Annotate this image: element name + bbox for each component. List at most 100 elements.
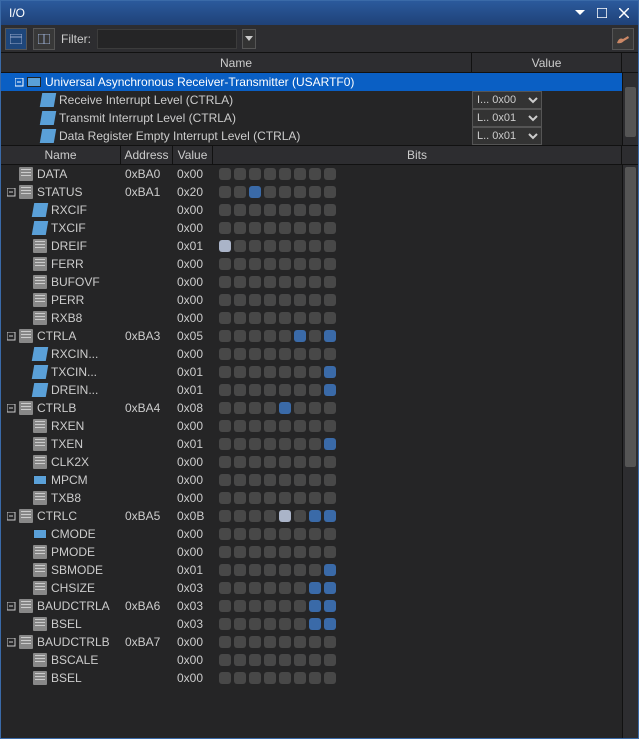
bit-cell[interactable] [279,294,291,306]
bit-cell[interactable] [249,510,261,522]
bit-cell[interactable] [324,384,336,396]
bit-cell[interactable] [294,618,306,630]
bit-cell[interactable] [264,636,276,648]
bit-cell[interactable] [309,618,321,630]
bit-cell[interactable] [294,528,306,540]
bit-cell[interactable] [279,222,291,234]
bit-cell[interactable] [324,510,336,522]
bit-cell[interactable] [249,600,261,612]
bit-cell[interactable] [264,168,276,180]
expander-icon[interactable] [5,636,17,648]
bit-cell[interactable] [279,474,291,486]
bit-cell[interactable] [264,312,276,324]
bit-cell[interactable] [234,546,246,558]
bit-cell[interactable] [309,600,321,612]
bit-cell[interactable] [249,330,261,342]
titlebar[interactable]: I/O [1,1,638,25]
bit-cell[interactable] [234,204,246,216]
bit-cell[interactable] [294,456,306,468]
bit-cell[interactable] [279,240,291,252]
register-row[interactable]: BUFOVF 0x00 [1,273,622,291]
bit-cell[interactable] [279,636,291,648]
bit-cell[interactable] [219,294,231,306]
bit-cell[interactable] [294,438,306,450]
bit-cell[interactable] [279,330,291,342]
bit-cell[interactable] [234,240,246,252]
bit-cell[interactable] [219,276,231,288]
bit-cell[interactable] [264,222,276,234]
bit-cell[interactable] [279,348,291,360]
bit-cell[interactable] [324,348,336,360]
bit-cell[interactable] [294,348,306,360]
bit-cell[interactable] [234,348,246,360]
bit-cell[interactable] [309,330,321,342]
tool-icon[interactable] [612,28,634,50]
bit-cell[interactable] [279,384,291,396]
bit-cell[interactable] [219,564,231,576]
bit-cell[interactable] [309,564,321,576]
bit-cell[interactable] [294,384,306,396]
bit-cell[interactable] [264,348,276,360]
bit-cell[interactable] [324,492,336,504]
bit-cell[interactable] [249,402,261,414]
value-select[interactable]: L.. 0x01 [472,109,542,127]
bit-cell[interactable] [309,294,321,306]
register-row[interactable]: FERR 0x00 [1,255,622,273]
bit-cell[interactable] [249,636,261,648]
bit-cell[interactable] [264,528,276,540]
bit-cell[interactable] [234,636,246,648]
bit-cell[interactable] [219,204,231,216]
bit-cell[interactable] [309,276,321,288]
bit-cell[interactable] [264,204,276,216]
bit-cell[interactable] [279,510,291,522]
bit-cell[interactable] [279,366,291,378]
bit-cell[interactable] [264,402,276,414]
bit-cell[interactable] [294,672,306,684]
bit-cell[interactable] [249,672,261,684]
bit-cell[interactable] [249,654,261,666]
bit-cell[interactable] [294,546,306,558]
bit-cell[interactable] [249,258,261,270]
bit-cell[interactable] [324,186,336,198]
bit-cell[interactable] [309,258,321,270]
bit-cell[interactable] [264,186,276,198]
bit-cell[interactable] [264,672,276,684]
bit-cell[interactable] [294,492,306,504]
bit-cell[interactable] [279,438,291,450]
bit-cell[interactable] [324,528,336,540]
bit-cell[interactable] [279,654,291,666]
bit-cell[interactable] [324,240,336,252]
bit-cell[interactable] [309,474,321,486]
bit-cell[interactable] [264,546,276,558]
bit-cell[interactable] [279,312,291,324]
bit-cell[interactable] [279,276,291,288]
bit-cell[interactable] [324,582,336,594]
bit-cell[interactable] [279,600,291,612]
bit-cell[interactable] [249,366,261,378]
bit-cell[interactable] [249,456,261,468]
bit-cell[interactable] [324,618,336,630]
bit-cell[interactable] [234,366,246,378]
bit-cell[interactable] [234,492,246,504]
bit-cell[interactable] [264,330,276,342]
bit-cell[interactable] [219,330,231,342]
register-row[interactable]: CHSIZE 0x03 [1,579,622,597]
bit-cell[interactable] [234,654,246,666]
bit-cell[interactable] [294,186,306,198]
view-mode-2-button[interactable] [33,28,55,50]
bit-cell[interactable] [264,474,276,486]
bit-cell[interactable] [249,438,261,450]
register-row[interactable]: DREIN... 0x01 [1,381,622,399]
register-row[interactable]: RXEN 0x00 [1,417,622,435]
bit-cell[interactable] [279,582,291,594]
register-row[interactable]: SBMODE 0x01 [1,561,622,579]
expander-icon[interactable] [5,330,17,342]
bit-cell[interactable] [294,204,306,216]
bit-cell[interactable] [324,330,336,342]
register-row[interactable]: RXB8 0x00 [1,309,622,327]
bit-cell[interactable] [234,330,246,342]
bit-cell[interactable] [324,222,336,234]
bit-cell[interactable] [279,672,291,684]
bit-cell[interactable] [324,258,336,270]
bit-cell[interactable] [219,168,231,180]
